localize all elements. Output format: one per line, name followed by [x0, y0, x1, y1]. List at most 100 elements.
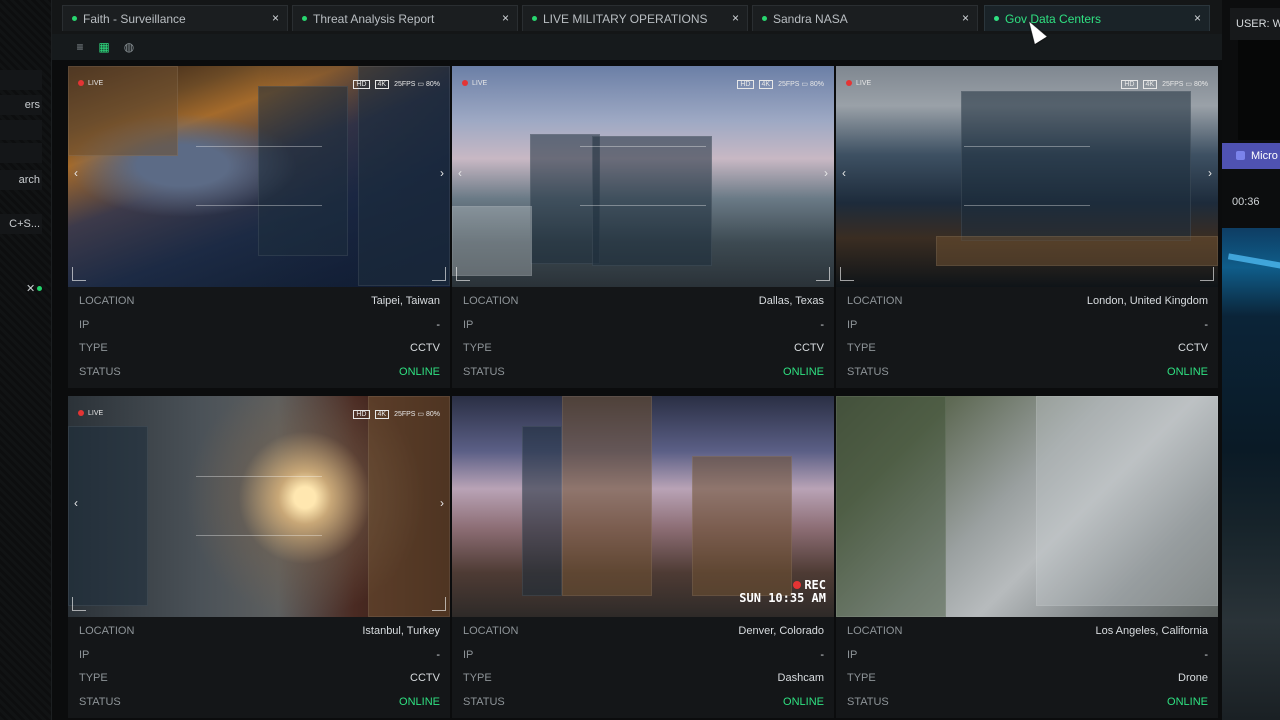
status-value: ONLINE [783, 696, 824, 708]
tab-label: LIVE MILITARY OPERATIONS [543, 12, 708, 26]
tab-label: Threat Analysis Report [313, 12, 435, 26]
close-tab-icon[interactable]: × [272, 11, 279, 25]
camera-info: LOCATION London, United Kingdom IP - TYPE C… [836, 287, 1218, 388]
location-label: LOCATION [463, 295, 519, 307]
camera-card[interactable]: LIVE HD 4K 25FPS ▭ 80% ‹ › LOCATION Istanbu… [68, 396, 450, 718]
camera-info: LOCATION Los Angeles, California IP - TYPE… [836, 617, 1218, 718]
ip-value: - [436, 649, 440, 661]
globe-icon[interactable]: ◍ [121, 39, 137, 55]
tab-bar: Faith - Surveillance × Threat Analysis R… [52, 0, 1222, 34]
status-value: ONLINE [1167, 366, 1208, 378]
status-label: STATUS [79, 366, 121, 378]
close-tab-icon[interactable]: × [732, 11, 739, 25]
camera-info: LOCATION Istanbul, Turkey IP - TYPE CCTV ST… [68, 617, 450, 718]
status-value: ONLINE [1167, 696, 1208, 708]
tab-threat-analysis-report[interactable]: Threat Analysis Report × [292, 5, 518, 31]
camera-card[interactable]: LIVE HD 4K 25FPS ▭ 80% ‹ › LOCATION Dallas,… [452, 66, 834, 388]
side-panel [1238, 40, 1280, 140]
camera-card[interactable]: LIVE HD 4K 25FPS ▭ 80% ‹ › LOCATION Taipei,… [68, 66, 450, 388]
close-tab-icon[interactable]: × [962, 11, 969, 25]
location-label: LOCATION [463, 625, 519, 637]
rec-label: REC [804, 578, 826, 592]
status-dot [994, 16, 999, 21]
tab-live-military-operations[interactable]: LIVE MILITARY OPERATIONS × [522, 5, 748, 31]
location-value: Los Angeles, California [1095, 625, 1208, 637]
live-indicator: LIVE [78, 80, 103, 87]
camera-feed[interactable]: LIVE HD 4K 25FPS ▭ 80% ‹ › [452, 66, 834, 287]
sidebar-item[interactable] [0, 143, 42, 163]
camera-card[interactable]: LIVE HD 4K 25FPS ▭ 80% ‹ › LOCATION London,… [836, 66, 1218, 388]
camera-feed[interactable]: LIVE HD 4K 25FPS ▭ 80% ‹ › [836, 66, 1218, 287]
ip-label: IP [847, 319, 858, 331]
sidebar-item[interactable] [0, 120, 42, 140]
chevron-left-icon[interactable]: ‹ [74, 166, 78, 180]
tab-label: Sandra NASA [773, 12, 848, 26]
camera-info: LOCATION Denver, Colorado IP - TYPE Dashcam… [452, 617, 834, 718]
live-indicator: LIVE [846, 80, 871, 87]
chevron-right-icon[interactable]: › [1208, 166, 1212, 180]
location-value: Taipei, Taiwan [371, 295, 440, 307]
camera-grid: LIVE HD 4K 25FPS ▭ 80% ‹ › LOCATION Taipei,… [66, 64, 1218, 720]
sidebar-item-search[interactable]: arch [0, 170, 42, 190]
close-tab-icon[interactable]: × [502, 11, 509, 25]
chevron-right-icon[interactable]: › [440, 496, 444, 510]
list-view-icon[interactable]: ≡ [72, 39, 88, 55]
sidebar-item[interactable]: C+S... [0, 214, 42, 234]
live-indicator: LIVE [462, 80, 487, 87]
ip-label: IP [847, 649, 858, 661]
camera-specs: HD 4K 25FPS ▭ 80% [737, 80, 824, 89]
type-value: Drone [1178, 672, 1208, 684]
left-sidebar: ers arch C+S... ✕ [0, 0, 52, 720]
tab-label: Faith - Surveillance [83, 12, 186, 26]
status-dot [37, 286, 42, 291]
camera-feed[interactable]: LIVE HD 4K 25FPS ▭ 80% ‹ › [68, 396, 450, 617]
status-dot [762, 16, 767, 21]
call-timer: 00:36 [1232, 196, 1260, 208]
camera-feed[interactable]: REC SUN 10:35 AM [452, 396, 834, 617]
location-value: Denver, Colorado [738, 625, 824, 637]
ip-value: - [820, 319, 824, 331]
camera-specs: HD 4K 25FPS ▭ 80% [353, 410, 440, 419]
chevron-left-icon[interactable]: ‹ [458, 166, 462, 180]
camera-card[interactable]: REC SUN 10:35 AM LOCATION Denver, Colorad… [452, 396, 834, 718]
sidebar-item[interactable]: ers [0, 95, 42, 115]
reticle [580, 146, 706, 206]
type-label: TYPE [79, 672, 108, 684]
tab-sandra-nasa[interactable]: Sandra NASA × [752, 5, 978, 31]
chevron-right-icon[interactable]: › [824, 166, 828, 180]
chevron-right-icon[interactable]: › [440, 166, 444, 180]
tab-faith-surveillance[interactable]: Faith - Surveillance × [62, 5, 288, 31]
ip-value: - [1204, 319, 1208, 331]
type-label: TYPE [847, 672, 876, 684]
ip-label: IP [79, 319, 90, 331]
camera-feed[interactable]: LIVE HD 4K 25FPS ▭ 80% ‹ › [68, 66, 450, 287]
view-toolbar: ≡ ▦ ◍ [52, 34, 1222, 60]
status-label: STATUS [847, 696, 889, 708]
camera-feed[interactable] [836, 396, 1218, 617]
camera-specs: HD 4K 25FPS ▭ 80% [1121, 80, 1208, 89]
camera-card[interactable]: LOCATION Los Angeles, California IP - TYPE… [836, 396, 1218, 718]
user-label: USER: W [1230, 8, 1280, 40]
ip-value: - [820, 649, 824, 661]
tab-gov-data-centers[interactable]: Gov Data Centers × [984, 5, 1210, 31]
close-tab-icon[interactable]: × [1194, 11, 1201, 25]
type-label: TYPE [463, 342, 492, 354]
chevron-left-icon[interactable]: ‹ [842, 166, 846, 180]
location-label: LOCATION [79, 625, 135, 637]
close-icon[interactable]: ✕ [26, 282, 35, 295]
camera-info: LOCATION Dallas, Texas IP - TYPE CCTV STATU… [452, 287, 834, 388]
teams-notification[interactable]: Micro [1222, 143, 1280, 169]
tab-label: Gov Data Centers [1005, 12, 1102, 26]
ip-label: IP [463, 649, 474, 661]
sidebar-item[interactable] [0, 70, 42, 90]
chevron-left-icon[interactable]: ‹ [74, 496, 78, 510]
location-value: Dallas, Texas [758, 295, 824, 307]
location-label: LOCATION [847, 625, 903, 637]
type-value: CCTV [794, 342, 824, 354]
type-value: Dashcam [777, 672, 824, 684]
ip-label: IP [463, 319, 474, 331]
ip-label: IP [79, 649, 90, 661]
status-label: STATUS [847, 366, 889, 378]
grid-view-icon[interactable]: ▦ [96, 39, 112, 55]
type-value: CCTV [410, 342, 440, 354]
